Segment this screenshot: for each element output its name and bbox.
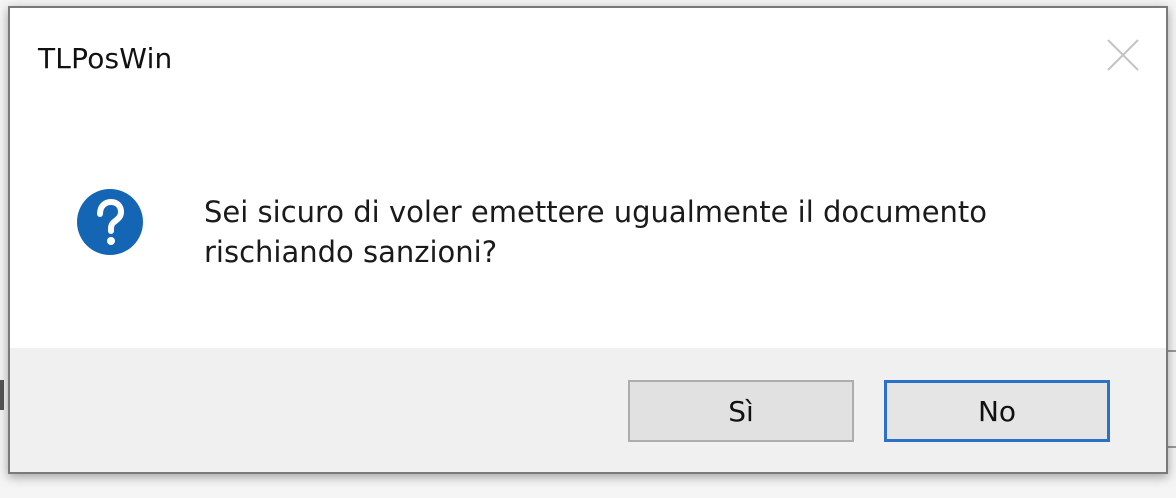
background-window-edge: [1168, 446, 1176, 448]
title-bar: TLPosWin: [10, 8, 1166, 108]
dialog-footer: Sì No: [10, 348, 1166, 472]
close-icon: [1107, 39, 1139, 71]
close-button[interactable]: [1094, 26, 1152, 84]
dialog-message: Sei sicuro di voler emettere ugualmente …: [204, 192, 1124, 272]
background-window-edge: [1168, 350, 1176, 352]
window-title: TLPosWin: [38, 42, 173, 75]
message-dialog: TLPosWin Sei sicuro di voler emettere ug…: [8, 6, 1168, 474]
message-line-1: Sei sicuro di voler emettere ugualmente …: [204, 195, 988, 229]
dialog-content: Sei sicuro di voler emettere ugualmente …: [10, 108, 1166, 348]
no-button[interactable]: No: [884, 380, 1110, 442]
question-icon: [77, 189, 143, 255]
yes-button[interactable]: Sì: [628, 380, 854, 442]
background-window-edge: [0, 380, 4, 410]
message-line-2: rischiando sanzioni?: [204, 235, 498, 269]
